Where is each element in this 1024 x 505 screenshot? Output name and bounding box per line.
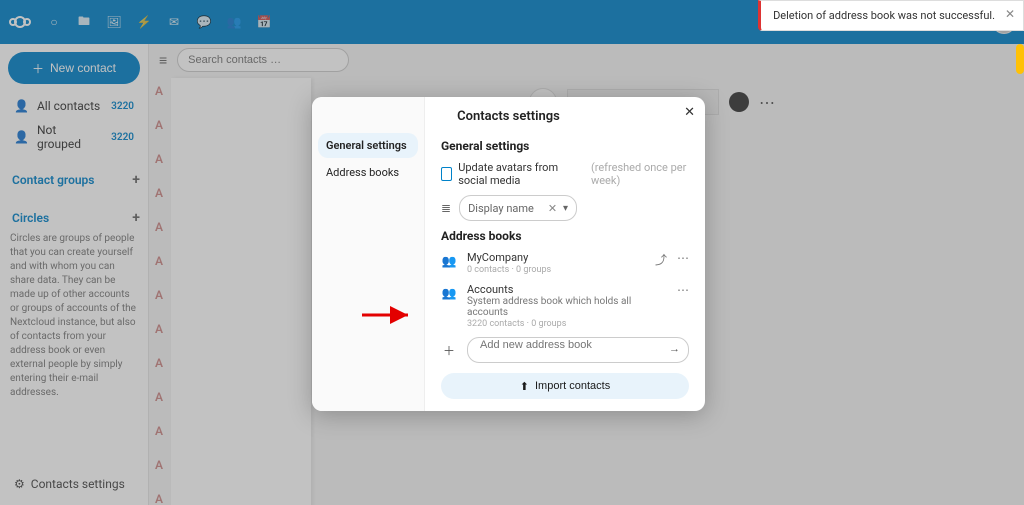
toast-message: Deletion of address book was not success… bbox=[773, 9, 995, 22]
addressbook-meta: 3220 contacts · 0 groups bbox=[467, 319, 667, 329]
select-value: Display name bbox=[468, 202, 534, 215]
close-icon[interactable]: ✕ bbox=[1005, 7, 1015, 21]
settings-modal: ✕ Contacts settings General settings Add… bbox=[312, 97, 705, 411]
add-addressbook-input-wrapper: → bbox=[467, 337, 689, 363]
share-icon[interactable]: ⤴ bbox=[655, 251, 667, 268]
checkbox-icon bbox=[441, 167, 452, 181]
scrollbar-thumb[interactable] bbox=[1016, 44, 1024, 74]
add-addressbook-input[interactable] bbox=[478, 338, 668, 352]
sort-select[interactable]: Display name ✕ ▾ bbox=[459, 195, 577, 221]
nav-address-books[interactable]: Address books bbox=[318, 160, 418, 185]
addressbook-description: System address book which holds all acco… bbox=[467, 296, 667, 318]
modal-nav: General settings Address books bbox=[312, 97, 425, 411]
checkbox-label: Update avatars from social media bbox=[458, 161, 585, 187]
error-toast: Deletion of address book was not success… bbox=[758, 0, 1024, 31]
more-icon[interactable]: ⋯ bbox=[677, 251, 689, 268]
clear-icon[interactable]: ✕ bbox=[548, 202, 557, 215]
sort-icon: ≣ bbox=[441, 201, 451, 215]
addressbook-item: 👥 MyCompany 0 contacts · 0 groups ⤴ ⋯ bbox=[441, 251, 689, 275]
more-icon[interactable]: ⋯ bbox=[677, 283, 689, 297]
address-books-heading: Address books bbox=[441, 229, 689, 243]
general-settings-heading: General settings bbox=[441, 139, 689, 153]
checkbox-hint: (refreshed once per week) bbox=[591, 161, 689, 187]
addressbook-meta: 0 contacts · 0 groups bbox=[467, 265, 645, 275]
group-icon: 👥 bbox=[441, 285, 457, 301]
import-contacts-button[interactable]: ⬆ Import contacts bbox=[441, 373, 689, 399]
modal-title: Contacts settings bbox=[312, 109, 705, 124]
plus-icon: ＋ bbox=[441, 342, 457, 359]
addressbook-name: Accounts bbox=[467, 283, 667, 296]
upload-icon: ⬆ bbox=[520, 380, 529, 393]
addressbook-name: MyCompany bbox=[467, 251, 645, 264]
group-icon: 👥 bbox=[441, 253, 457, 269]
submit-arrow-icon[interactable]: → bbox=[669, 342, 680, 355]
addressbook-item: 👥 Accounts System address book which hol… bbox=[441, 283, 689, 329]
import-label: Import contacts bbox=[535, 380, 610, 392]
update-avatars-checkbox[interactable]: Update avatars from social media (refres… bbox=[441, 161, 689, 187]
chevron-down-icon: ▾ bbox=[563, 203, 568, 214]
nav-general-settings[interactable]: General settings bbox=[318, 133, 418, 158]
add-addressbook-row: ＋ → bbox=[441, 337, 689, 363]
